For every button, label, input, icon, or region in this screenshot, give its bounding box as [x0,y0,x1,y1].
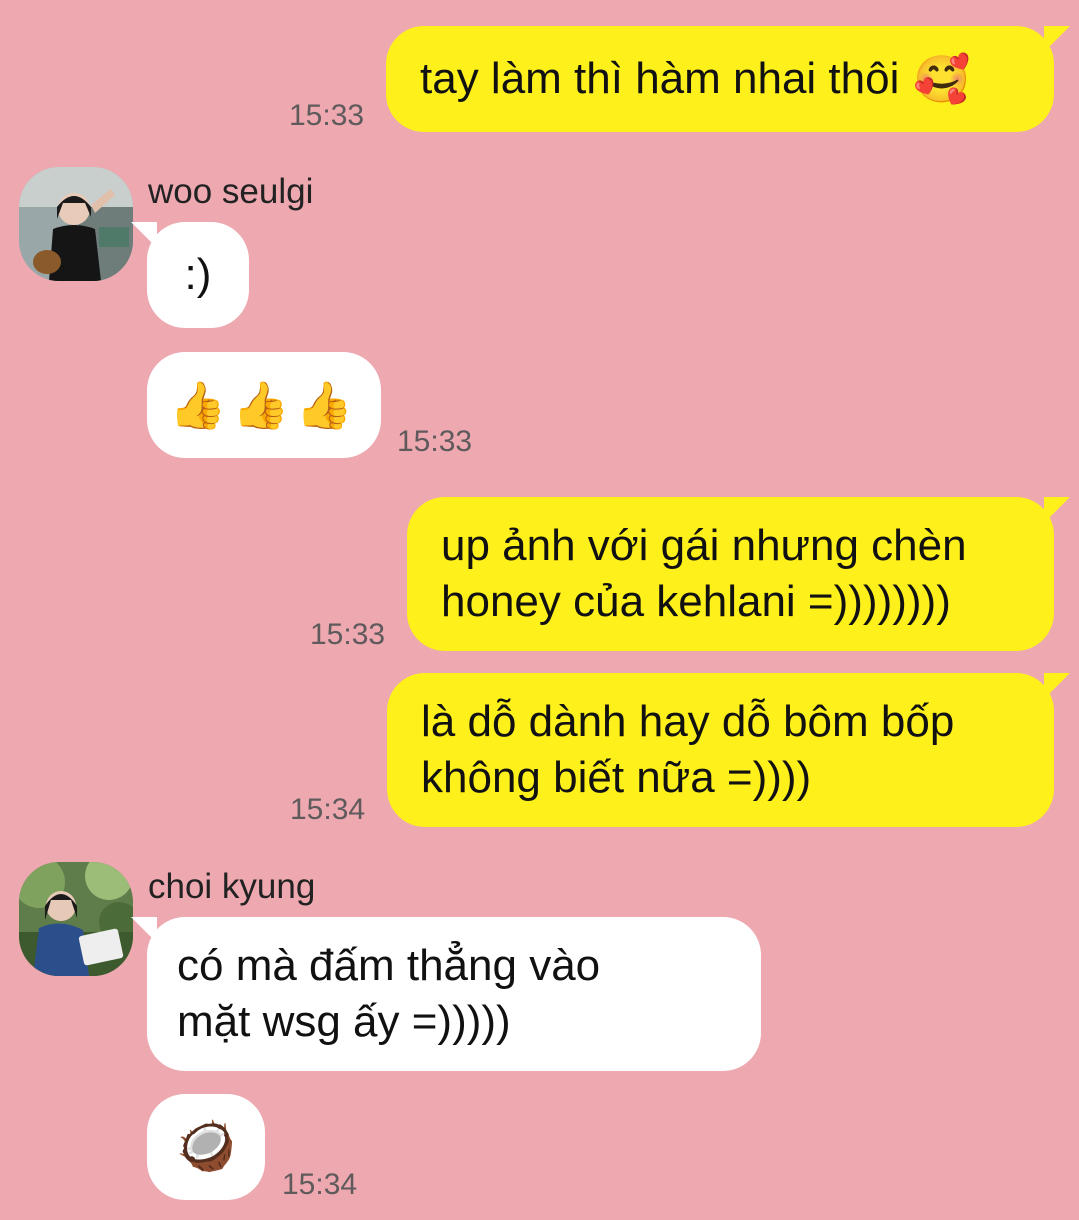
message-time: 15:34 [282,1168,358,1201]
coconut-icon: 🥥 [176,1120,236,1173]
message-text: tay làm thì hàm nhai thôi [420,54,900,103]
message-time: 15:33 [397,425,473,458]
message-text-line: mặt wsg ấy =))))) [177,997,511,1046]
message-text: :) [184,250,212,299]
sender-name: choi kyung [148,867,316,906]
message-time: 15:33 [289,99,365,132]
message-bubble-received[interactable]: có mà đấm thẳng vào mặt wsg ấy =))))) [131,917,761,1071]
smiling-face-hearts-icon: 🥰 [913,53,971,105]
message-bubble-received[interactable]: 👍👍👍 [147,352,381,458]
message-text-line: không biết nữa =)))) [421,753,812,802]
avatar-choi-kyung[interactable] [19,862,133,976]
message-time: 15:34 [290,793,366,826]
sender-name: woo seulgi [148,172,314,211]
thumbs-up-icon: 👍👍👍 [169,379,359,431]
message-text-line: up ảnh với gái nhưng chèn [441,521,967,570]
message-time: 15:33 [310,618,386,651]
message-text-line: là dỗ dành hay dỗ bôm bốp [421,697,955,746]
avatar-woo-seulgi[interactable] [19,167,133,281]
message-bubble-received[interactable]: 🥥 [147,1094,265,1200]
message-bubble-received[interactable]: :) [131,222,249,328]
message-bubble-sent[interactable]: là dỗ dành hay dỗ bôm bốp không biết nữa… [387,673,1070,827]
message-bubble-sent[interactable]: up ảnh với gái nhưng chèn honey của kehl… [407,497,1070,651]
message-text-line: có mà đấm thẳng vào [177,941,601,990]
message-bubble-sent[interactable]: tay làm thì hàm nhai thôi 🥰 [386,26,1070,132]
message-text-line: honey của kehlani =)))))))) [441,577,951,626]
